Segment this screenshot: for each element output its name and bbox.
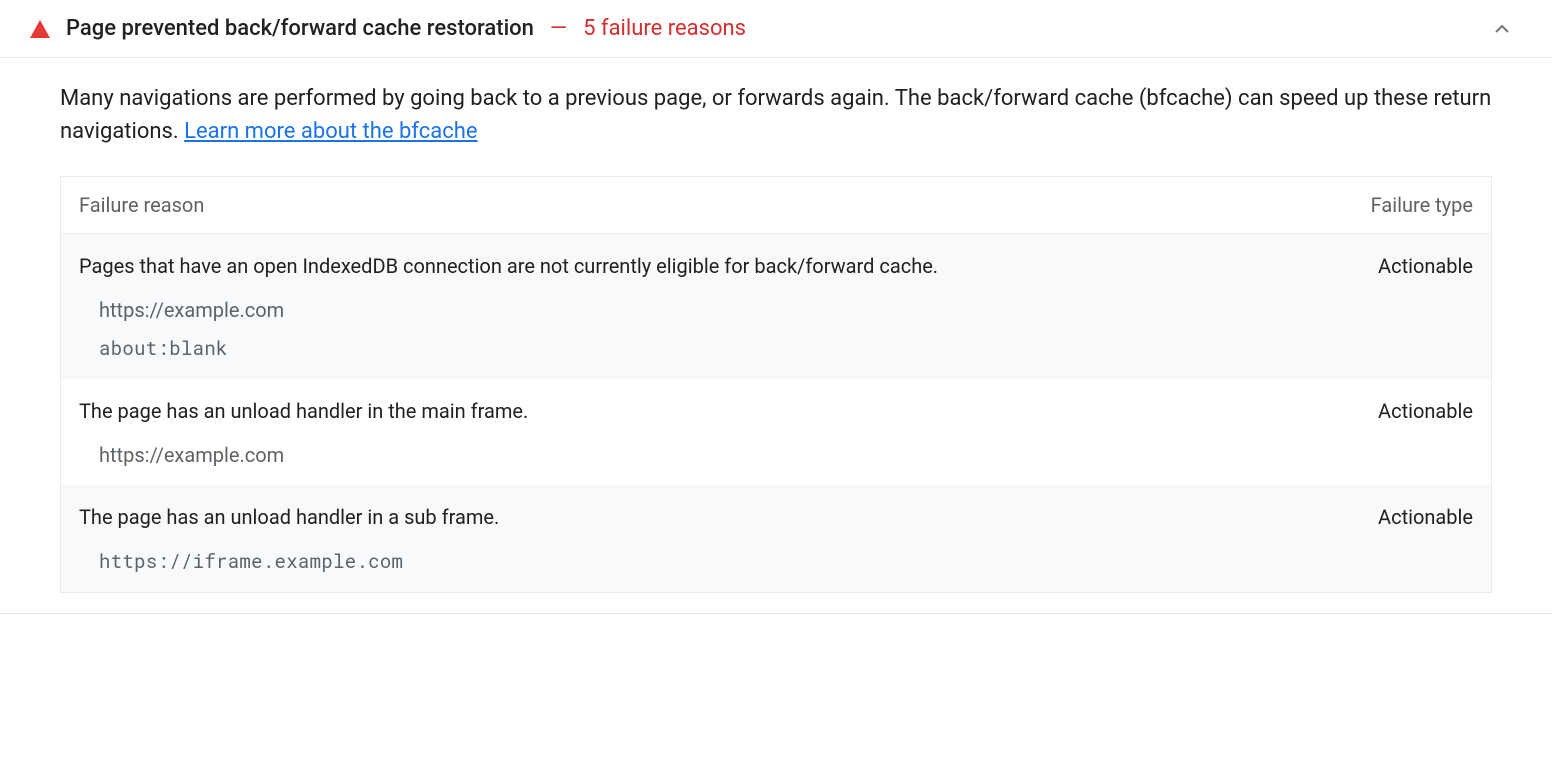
col-header-type: Failure type <box>1371 193 1473 217</box>
col-header-reason: Failure reason <box>79 193 204 217</box>
failure-table: Failure reason Failure type Pages that h… <box>60 176 1492 593</box>
failure-reason: The page has an unload handler in the ma… <box>79 399 1354 423</box>
audit-header[interactable]: Page prevented back/forward cache restor… <box>0 0 1552 58</box>
url-list: https://example.com <box>79 443 1473 467</box>
audit-title: Page prevented back/forward cache restor… <box>66 16 534 41</box>
table-header: Failure reason Failure type <box>61 177 1491 234</box>
learn-more-link[interactable]: Learn more about the bfcache <box>184 119 477 144</box>
row-top: The page has an unload handler in a sub … <box>79 505 1473 529</box>
row-top: Pages that have an open IndexedDB connec… <box>79 254 1473 278</box>
url-item: https://example.com <box>99 298 1473 322</box>
chevron-up-icon[interactable] <box>1490 17 1522 41</box>
audit-description: Many navigations are performed by going … <box>0 58 1552 148</box>
divider <box>0 613 1552 614</box>
url-list: https://iframe.example.com <box>79 549 1473 574</box>
url-list: https://example.com about:blank <box>79 298 1473 361</box>
url-item: about:blank <box>99 336 1473 361</box>
failure-type: Actionable <box>1378 399 1473 423</box>
table-row: The page has an unload handler in a sub … <box>61 485 1491 592</box>
table-row: The page has an unload handler in the ma… <box>61 379 1491 485</box>
failure-reason: The page has an unload handler in a sub … <box>79 505 1354 529</box>
failure-count: 5 failure reasons <box>583 16 746 41</box>
failure-reason: Pages that have an open IndexedDB connec… <box>79 254 1354 278</box>
failure-type: Actionable <box>1378 254 1473 278</box>
url-item: https://iframe.example.com <box>99 549 1473 574</box>
failure-type: Actionable <box>1378 505 1473 529</box>
row-top: The page has an unload handler in the ma… <box>79 399 1473 423</box>
warning-triangle-icon <box>30 20 50 38</box>
table-row: Pages that have an open IndexedDB connec… <box>61 234 1491 379</box>
separator-dash: — <box>550 16 567 41</box>
audit-title-wrap: Page prevented back/forward cache restor… <box>66 16 1474 41</box>
url-item: https://example.com <box>99 443 1473 467</box>
